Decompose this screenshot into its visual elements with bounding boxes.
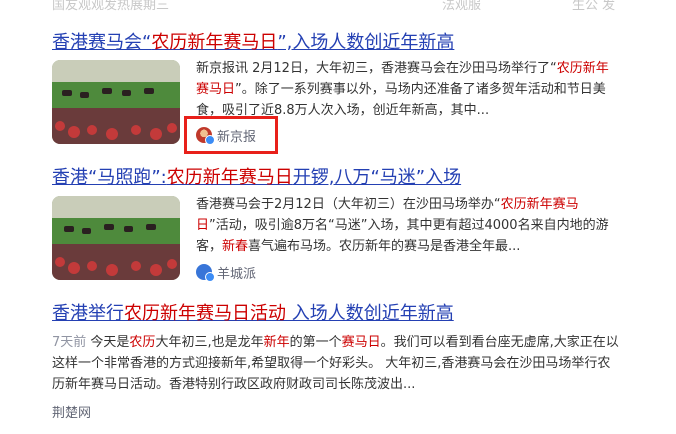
text-fragment: ”,入场人数创近年新高 — [277, 32, 455, 53]
text-fragment: 香港赛马会于2月12日（大年初三）在沙田马场举办“ — [196, 197, 501, 212]
highlighted-keyword: 农历新年赛马日活动 — [124, 303, 286, 324]
previous-result-fragment: 国友观观发热展期三 法观服 生公 发 — [52, 0, 676, 13]
highlighted-keyword: 新春 — [222, 239, 249, 254]
result-snippet-3-text: 今天是农历大年初三,也是龙年新年的第一个赛马日。我们可以看到看台座无虚席,大家正… — [52, 335, 619, 392]
highlighted-keyword: 农历 — [129, 335, 156, 350]
result-title-3[interactable]: 香港举行农历新年赛马日活动 入场人数创近年新高 — [52, 303, 454, 325]
highlighted-keyword: 农历新年赛马日 — [151, 32, 278, 53]
text-fragment: 香港赛马会“ — [52, 32, 152, 53]
fragment-mid: 法观服 — [442, 0, 482, 13]
result-thumbnail-1[interactable] — [52, 60, 180, 144]
text-fragment: 香港“马照跑”: — [52, 167, 167, 188]
text-fragment: 新京报讯 2月12日，大年初三，香港赛马会在沙田马场举行了“ — [196, 61, 557, 76]
highlighted-keyword: 新年 — [263, 335, 290, 350]
result-time-3: 7天前 — [52, 335, 87, 350]
fragment-right: 生公 发 — [572, 0, 616, 13]
result-title-1[interactable]: 香港赛马会“农历新年赛马日”,入场人数创近年新高 — [52, 32, 454, 54]
text-fragment: 开锣,八万“马迷”入场 — [292, 167, 462, 188]
highlighted-keyword: 农历新年赛马日 — [166, 167, 293, 188]
text-fragment: 的第一个 — [289, 335, 342, 350]
text-fragment: 入场人数创近年新高 — [286, 303, 454, 324]
fragment-left: 国友观观发热展期三 — [52, 0, 170, 13]
result-thumbnail-2[interactable] — [52, 196, 180, 280]
highlighted-keyword: 赛马日 — [341, 335, 381, 350]
text-fragment: 喜气遍布马场。农历新年的赛马是香港全年最... — [248, 239, 521, 254]
result-snippet-3: 7天前 今天是农历大年初三,也是龙年新年的第一个赛马日。我们可以看到看台座无虚席… — [52, 332, 622, 395]
text-fragment: 大年初三,也是龙年 — [155, 335, 264, 350]
yangchengpai-logo-icon — [196, 264, 215, 282]
result-source-3[interactable]: 荆楚网 — [52, 402, 91, 421]
annotation-highlight-box — [184, 116, 278, 154]
text-fragment: 香港举行 — [52, 303, 124, 324]
result-snippet-1: 新京报讯 2月12日，大年初三，香港赛马会在沙田马场举行了“农历新年赛马日”。除… — [196, 58, 610, 121]
result-source-2[interactable]: 羊城派 — [196, 262, 256, 282]
result-title-2[interactable]: 香港“马照跑”:农历新年赛马日开锣,八万“马迷”入场 — [52, 167, 461, 189]
result-snippet-2: 香港赛马会于2月12日（大年初三）在沙田马场举办“农历新年赛马日”活动，吸引逾8… — [196, 194, 610, 257]
text-fragment: ”。除了一系列赛事以外，马场内还准备了诸多贺年活动和节日美食，吸引了近8.8万人… — [196, 82, 606, 118]
source-label-2: 羊城派 — [217, 266, 257, 282]
text-fragment: 今天是 — [86, 335, 130, 350]
